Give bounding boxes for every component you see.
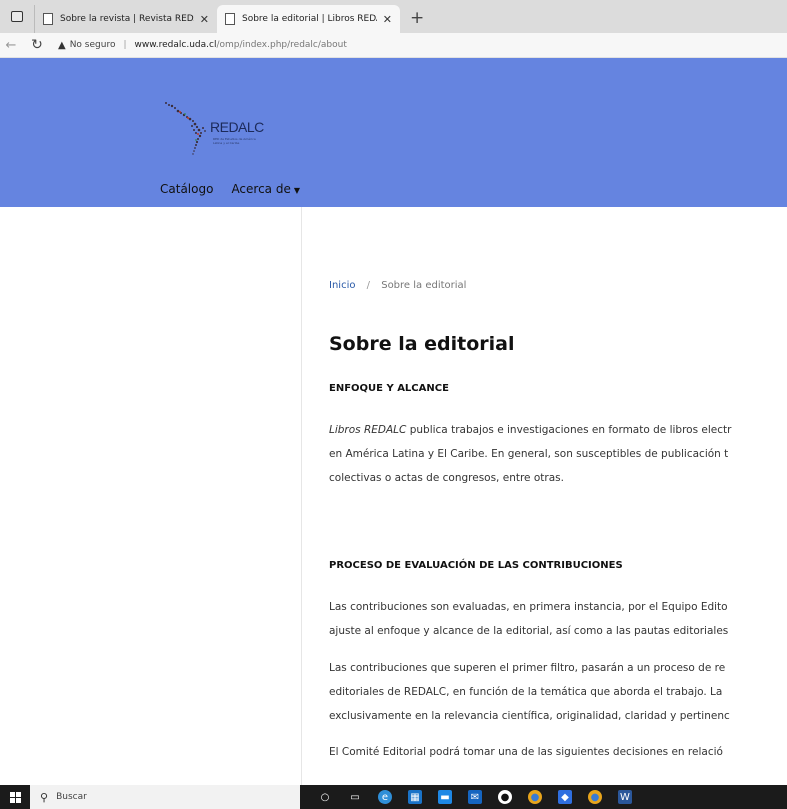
tab-title: Sobre la editorial | Libros REDALC — [242, 14, 377, 24]
publication-name: Libros REDALC — [329, 424, 407, 436]
search-icon: ⚲ — [40, 790, 49, 804]
nav-label: Acerca de — [231, 182, 291, 196]
section-heading: PROCESO DE EVALUACIÓN DE LAS CONTRIBUCIO… — [329, 560, 623, 571]
url-field[interactable]: ▲ No seguro | www.redalc.uda.cl /omp/ind… — [58, 36, 781, 54]
site-logo[interactable]: REDALC RED de Estudios de América Latina… — [160, 100, 290, 160]
nav-catalogo[interactable]: Catálogo — [160, 182, 213, 196]
caret-down-icon: ▼ — [293, 186, 301, 195]
dropbox-icon[interactable]: ◆ — [558, 790, 572, 804]
page-title: Sobre la editorial — [329, 333, 515, 355]
cortana-icon[interactable]: ○ — [318, 790, 332, 804]
logo-text: REDALC — [210, 119, 264, 135]
address-bar: ← ↻ ▲ No seguro | www.redalc.uda.cl /omp… — [0, 33, 787, 58]
warning-icon: ▲ — [58, 39, 66, 51]
windows-icon — [9, 791, 21, 803]
page-icon — [225, 13, 235, 25]
paragraph-line: El Comité Editorial podrá tomar una de l… — [329, 746, 723, 758]
paragraph-line: Las contribuciones son evaluadas, en pri… — [329, 601, 728, 613]
security-warning: No seguro — [69, 40, 116, 50]
paragraph-line: colectivas o actas de congresos, entre o… — [329, 472, 564, 484]
taskbar-search-field[interactable]: ⚲ Buscar — [30, 785, 300, 809]
paragraph-line: exclusivamente en la relevancia científi… — [329, 710, 730, 722]
browser-tab-strip: Sobre la revista | Revista REDALC ✕ Sobr… — [0, 0, 787, 33]
logo-subtitle: RED de Estudios de América Latina y el C… — [213, 137, 256, 145]
paragraph-line: Las contribuciones que superen el primer… — [329, 662, 726, 674]
main-nav: Catálogo Acerca de ▼ — [160, 182, 318, 196]
back-arrow-icon[interactable]: ← — [0, 38, 22, 53]
paragraph-line: Libros REDALC publica trabajos e investi… — [329, 418, 731, 442]
search-placeholder: Buscar — [56, 792, 87, 802]
tab-title: Sobre la revista | Revista REDALC — [60, 14, 194, 24]
browser-tab-revista[interactable]: Sobre la revista | Revista REDALC ✕ — [34, 5, 217, 33]
window-menu-button[interactable] — [0, 0, 34, 33]
edge-icon[interactable]: e — [378, 790, 392, 804]
start-button[interactable] — [0, 785, 30, 809]
new-tab-button[interactable]: + — [410, 8, 424, 28]
page-icon — [43, 13, 53, 25]
chrome-alt-icon[interactable]: ● — [588, 790, 602, 804]
section-heading: ENFOQUE Y ALCANCE — [329, 383, 449, 394]
file-explorer-icon[interactable]: ▬ — [438, 790, 452, 804]
taskbar: ⚲ Buscar ○ ▭ e ▦ ▬ ✉ ● ● ◆ ● W — [0, 785, 787, 809]
breadcrumb-home-link[interactable]: Inicio — [329, 280, 355, 291]
nav-acerca-de[interactable]: Acerca de ▼ — [231, 182, 300, 196]
paragraph-text: publica trabajos e investigaciones en fo… — [406, 424, 732, 436]
chrome-icon[interactable]: ● — [528, 790, 542, 804]
url-host: www.redalc.uda.cl — [134, 40, 217, 50]
paragraph-line: ajuste al enfoque y alcance de la editor… — [329, 625, 729, 637]
github-icon[interactable]: ● — [498, 790, 512, 804]
url-separator: | — [123, 40, 127, 50]
store-icon[interactable]: ▦ — [408, 790, 422, 804]
window-icon — [11, 11, 23, 22]
close-tab-icon[interactable]: ✕ — [383, 13, 392, 26]
breadcrumb-current: Sobre la editorial — [381, 280, 467, 291]
paragraph-line: editoriales de REDALC, en función de la … — [329, 686, 723, 698]
breadcrumb: Inicio / Sobre la editorial — [329, 280, 466, 291]
close-tab-icon[interactable]: ✕ — [200, 13, 209, 26]
reload-icon[interactable]: ↻ — [26, 37, 48, 53]
taskbar-apps: ○ ▭ e ▦ ▬ ✉ ● ● ◆ ● W — [310, 790, 640, 804]
sidebar-divider — [301, 207, 302, 785]
breadcrumb-separator: / — [366, 280, 371, 291]
url-path: /omp/index.php/redalc/about — [216, 40, 347, 50]
paragraph-line: en América Latina y El Caribe. En genera… — [329, 448, 729, 460]
browser-tab-editorial[interactable]: Sobre la editorial | Libros REDALC ✕ — [217, 5, 400, 33]
word-icon[interactable]: W — [618, 790, 632, 804]
mail-icon[interactable]: ✉ — [468, 790, 482, 804]
site-header: REDALC RED de Estudios de América Latina… — [0, 58, 787, 207]
task-view-icon[interactable]: ▭ — [348, 790, 362, 804]
